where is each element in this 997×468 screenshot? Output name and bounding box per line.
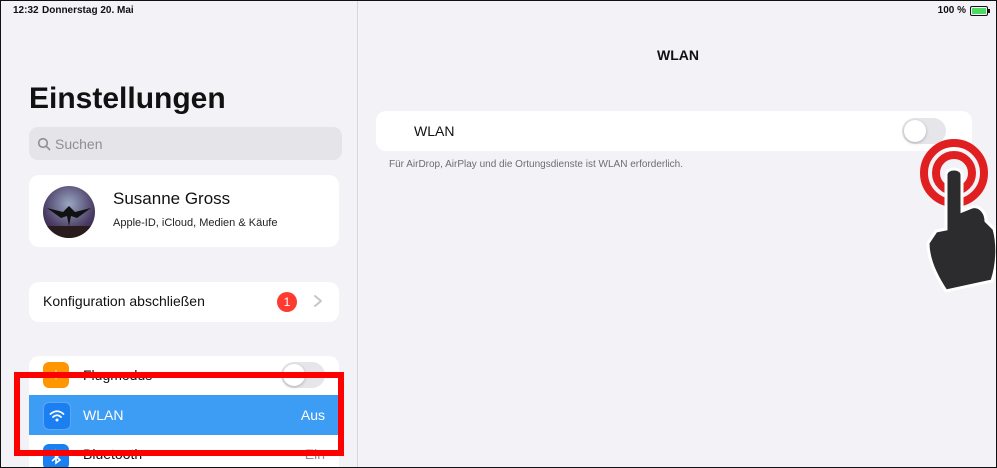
wlan-detail-pane: WLAN WLAN Für AirDrop, AirPlay und die O… xyxy=(358,1,996,467)
ipad-screen: 12:32 Donnerstag 20. Mai Einstellungen S… xyxy=(0,0,997,468)
search-placeholder: Suchen xyxy=(55,135,103,152)
apple-id-profile[interactable]: Susanne Gross Apple-ID, iCloud, Medien &… xyxy=(29,175,339,247)
red-highlight-box xyxy=(14,372,344,456)
status-date: Donnerstag 20. Mai xyxy=(42,5,134,16)
battery-icon xyxy=(970,5,990,16)
eagle-icon xyxy=(43,206,95,238)
page-title: Einstellungen xyxy=(29,82,226,115)
battery-fill xyxy=(972,7,986,14)
search-icon xyxy=(37,137,51,150)
settings-sidebar: 12:32 Donnerstag 20. Mai Einstellungen S… xyxy=(1,1,358,467)
chevron-right-icon xyxy=(314,295,322,307)
profile-name: Susanne Gross xyxy=(113,189,231,208)
profile-subtitle: Apple-ID, iCloud, Medien & Käufe xyxy=(113,217,278,229)
search-input[interactable]: Suchen xyxy=(29,127,342,160)
detail-title: WLAN xyxy=(657,47,699,63)
battery-percent: 100 % xyxy=(937,5,966,16)
config-label: Konfiguration abschließen xyxy=(43,293,205,309)
status-time: 12:32 xyxy=(13,5,39,16)
tap-gesture-icon xyxy=(920,139,996,293)
wlan-setting-row: WLAN xyxy=(376,111,972,151)
avatar xyxy=(43,186,95,238)
finish-configuration-row[interactable]: Konfiguration abschließen 1 xyxy=(29,282,339,322)
wlan-row-label: WLAN xyxy=(414,123,455,139)
wlan-footnote: Für AirDrop, AirPlay und die Ortungsdien… xyxy=(389,159,684,170)
status-right: 100 % xyxy=(937,5,990,16)
notification-badge: 1 xyxy=(277,292,297,312)
